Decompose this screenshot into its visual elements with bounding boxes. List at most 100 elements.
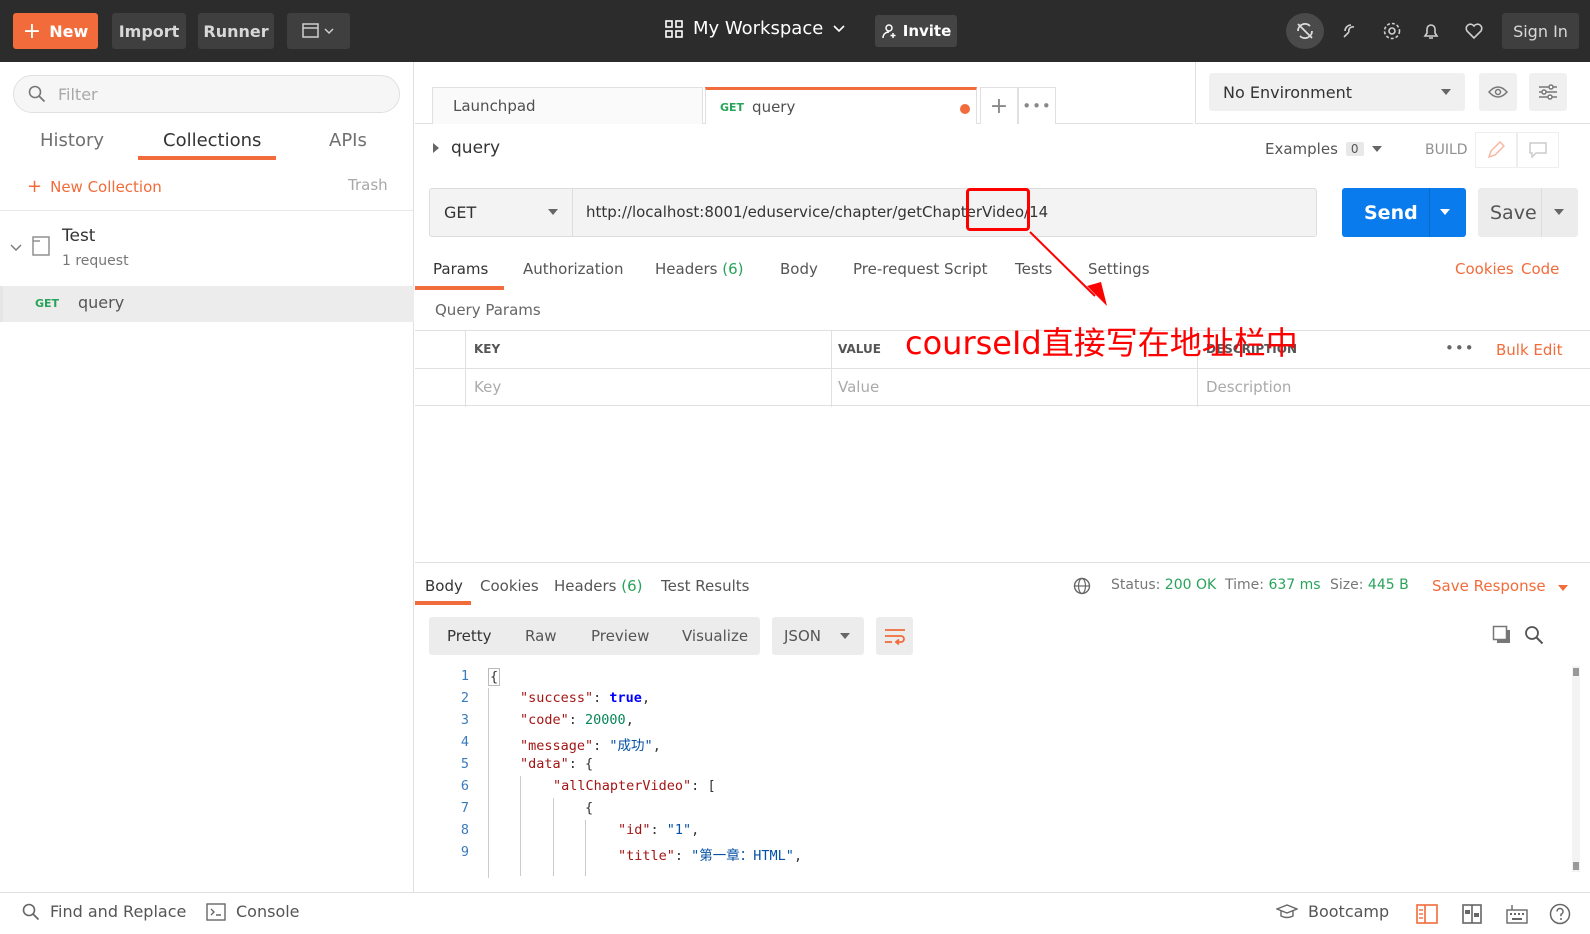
format-value: JSON bbox=[784, 627, 821, 645]
request-item-query[interactable]: GET query bbox=[0, 286, 414, 322]
json-value: "成功" bbox=[609, 738, 653, 754]
tab-method: GET bbox=[720, 100, 745, 114]
value-input[interactable]: Value bbox=[838, 378, 879, 396]
key-input[interactable]: Key bbox=[474, 378, 501, 396]
runner-button[interactable]: Runner bbox=[198, 13, 274, 49]
headers-count: (6) bbox=[621, 577, 643, 595]
tab-prerequest-script[interactable]: Pre-request Script bbox=[853, 260, 988, 278]
format-select[interactable]: JSON bbox=[772, 617, 864, 655]
code-link[interactable]: Code bbox=[1521, 260, 1559, 278]
tab-history[interactable]: History bbox=[40, 130, 104, 151]
satellite-icon[interactable] bbox=[1336, 17, 1364, 45]
size-readout: Size: 445 B bbox=[1330, 577, 1409, 593]
manage-environments-button[interactable] bbox=[1529, 73, 1567, 111]
tab-tests[interactable]: Tests bbox=[1015, 260, 1052, 278]
save-response-label: Save Response bbox=[1432, 577, 1546, 595]
filter-input[interactable]: Filter bbox=[13, 75, 400, 113]
import-button[interactable]: Import bbox=[112, 13, 186, 49]
edit-button[interactable] bbox=[1475, 132, 1517, 168]
tab-query[interactable]: GET query bbox=[705, 87, 977, 124]
more-icon[interactable]: ••• bbox=[1445, 339, 1475, 357]
tab-body[interactable]: Body bbox=[780, 260, 818, 278]
layout-icon[interactable] bbox=[1462, 904, 1482, 924]
json-key: "data" bbox=[520, 756, 569, 772]
tab-params[interactable]: Params bbox=[433, 260, 488, 278]
request-method: GET bbox=[35, 297, 60, 310]
description-input[interactable]: Description bbox=[1206, 378, 1291, 396]
tab-launchpad[interactable]: Launchpad bbox=[432, 87, 703, 124]
globe-icon[interactable] bbox=[1073, 577, 1091, 595]
mode-raw[interactable]: Raw bbox=[525, 627, 557, 645]
sync-status-button[interactable] bbox=[1286, 13, 1324, 49]
scrollbar-thumb[interactable] bbox=[1573, 668, 1579, 676]
build-mode-label[interactable]: BUILD bbox=[1425, 142, 1468, 158]
json-value: "第一章：HTML" bbox=[691, 848, 794, 864]
mode-pretty[interactable]: Pretty bbox=[447, 627, 492, 645]
new-collection-button[interactable]: + New Collection bbox=[27, 176, 162, 197]
unsaved-dot-icon bbox=[960, 104, 970, 114]
trash-link[interactable]: Trash bbox=[348, 176, 388, 194]
save-response-button[interactable]: Save Response bbox=[1432, 577, 1569, 595]
status-label: Status: bbox=[1111, 577, 1161, 593]
tab-settings[interactable]: Settings bbox=[1088, 260, 1150, 278]
copy-icon[interactable] bbox=[1492, 625, 1512, 645]
json-key: "allChapterVideo" bbox=[553, 778, 692, 794]
pencil-icon bbox=[1487, 141, 1505, 159]
add-tab-button[interactable]: + bbox=[980, 87, 1018, 124]
search-icon bbox=[28, 85, 46, 103]
response-tab-cookies[interactable]: Cookies bbox=[480, 577, 539, 595]
scrollbar[interactable] bbox=[1572, 666, 1580, 872]
save-button[interactable]: Save bbox=[1478, 188, 1578, 237]
response-tab-test-results[interactable]: Test Results bbox=[661, 577, 749, 595]
mode-visualize[interactable]: Visualize bbox=[682, 627, 748, 645]
console-button[interactable]: Console bbox=[206, 902, 300, 921]
tab-authorization[interactable]: Authorization bbox=[523, 260, 623, 278]
mode-preview[interactable]: Preview bbox=[591, 627, 649, 645]
method-select[interactable]: GET bbox=[430, 189, 573, 236]
status-footer: Find and Replace Console Bootcamp bbox=[0, 892, 1590, 934]
comments-button[interactable] bbox=[1517, 132, 1559, 168]
environment-value: No Environment bbox=[1223, 82, 1353, 102]
collection-name: Test bbox=[62, 226, 96, 246]
workspace-switcher[interactable]: My Workspace bbox=[665, 18, 845, 39]
collection-test[interactable]: Test 1 request bbox=[0, 222, 414, 284]
json-punct: { bbox=[585, 756, 594, 772]
line-number: 7 bbox=[460, 800, 469, 816]
keyboard-icon[interactable] bbox=[1506, 904, 1528, 924]
examples-dropdown[interactable]: Examples 0 bbox=[1265, 140, 1382, 158]
tab-apis[interactable]: APIs bbox=[329, 130, 367, 151]
response-tab-body[interactable]: Body bbox=[425, 577, 463, 595]
help-icon[interactable] bbox=[1549, 903, 1571, 925]
time-readout: Time: 637 ms bbox=[1225, 577, 1321, 593]
eye-icon bbox=[1488, 86, 1508, 98]
bootcamp-button[interactable]: Bootcamp bbox=[1276, 902, 1389, 921]
find-replace-button[interactable]: Find and Replace bbox=[22, 902, 186, 921]
more-tabs-button[interactable]: ••• bbox=[1018, 87, 1056, 124]
environment-quick-look-button[interactable] bbox=[1479, 73, 1517, 111]
environment-select[interactable]: No Environment bbox=[1209, 73, 1465, 111]
request-title[interactable]: query bbox=[433, 138, 500, 158]
heart-icon[interactable] bbox=[1460, 17, 1488, 45]
json-key: "code" bbox=[520, 712, 569, 728]
new-button[interactable]: + New bbox=[13, 13, 98, 49]
response-body-editor[interactable]: 1 2 3 4 5 6 7 8 9 { "success": true, "co… bbox=[415, 666, 1575, 878]
sign-in-button[interactable]: Sign In bbox=[1502, 13, 1579, 49]
wrap-lines-button[interactable] bbox=[876, 617, 913, 655]
examples-label: Examples bbox=[1265, 140, 1338, 158]
send-button[interactable]: Send bbox=[1342, 188, 1466, 237]
bell-icon[interactable] bbox=[1417, 17, 1445, 45]
invite-button[interactable]: Invite bbox=[875, 15, 957, 47]
new-window-button[interactable] bbox=[287, 13, 350, 49]
tab-collections[interactable]: Collections bbox=[163, 130, 261, 151]
two-pane-view-icon[interactable] bbox=[1416, 904, 1438, 924]
caret-down-icon bbox=[840, 633, 850, 639]
bulk-edit-link[interactable]: Bulk Edit bbox=[1496, 341, 1562, 359]
response-tab-headers[interactable]: Headers (6) bbox=[554, 577, 642, 595]
console-label: Console bbox=[236, 902, 300, 921]
settings-gear-icon[interactable] bbox=[1378, 17, 1406, 45]
tab-headers[interactable]: Headers (6) bbox=[655, 260, 743, 278]
grid-icon bbox=[665, 19, 683, 38]
cookies-link[interactable]: Cookies bbox=[1455, 260, 1514, 278]
workspace-name: My Workspace bbox=[693, 18, 824, 39]
search-icon[interactable] bbox=[1524, 625, 1544, 645]
